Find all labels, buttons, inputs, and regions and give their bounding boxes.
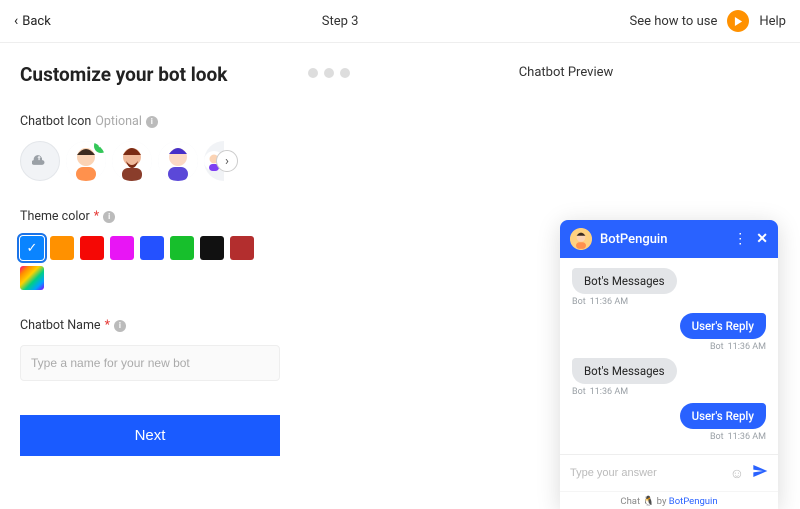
top-bar: ‹ Back Step 3 See how to use Help	[0, 0, 800, 43]
footer-by: by	[657, 496, 667, 507]
bot-message: Bot's Messages Bot11:36 AM	[572, 358, 766, 397]
close-icon[interactable]: ✕	[756, 231, 768, 247]
theme-label-text: Theme color	[20, 209, 90, 224]
info-icon[interactable]: i	[103, 211, 115, 223]
back-label: Back	[22, 14, 51, 29]
chevron-left-icon: ‹	[14, 13, 18, 29]
chat-header-avatar	[570, 228, 592, 250]
theme-swatch-custom[interactable]	[20, 266, 44, 290]
chat-footer: Chat 🐧 by BotPenguin	[560, 491, 778, 509]
preview-panel: Chatbot Preview BotPenguin ⋮ ✕ Bot's Mes…	[290, 43, 800, 509]
emoji-icon[interactable]: ☺	[730, 465, 744, 482]
chatbot-name-input[interactable]	[20, 345, 280, 381]
message-bubble: User's Reply	[680, 403, 766, 429]
chat-body: Bot's MessagesBot11:36 AMUser's ReplyBot…	[560, 258, 778, 454]
avatar-option-3[interactable]	[158, 141, 198, 181]
main: Customize your bot look Chatbot Icon Opt…	[0, 43, 800, 509]
chat-input-bar: ☺	[560, 454, 778, 491]
window-dot	[308, 68, 318, 78]
chat-header-actions: ⋮ ✕	[733, 231, 768, 247]
theme-swatch-0[interactable]	[20, 236, 44, 260]
message-bubble: Bot's Messages	[572, 358, 677, 384]
icon-label-text: Chatbot Icon	[20, 114, 91, 129]
preview-header: Chatbot Preview	[308, 63, 782, 88]
play-icon[interactable]	[727, 10, 749, 32]
window-dots	[308, 68, 350, 78]
theme-field-label: Theme color * i	[20, 209, 290, 224]
help-link[interactable]: Help	[759, 14, 786, 29]
theme-swatch-6[interactable]	[200, 236, 224, 260]
chat-title: BotPenguin	[600, 232, 725, 247]
window-dot	[340, 68, 350, 78]
kebab-menu-icon[interactable]: ⋮	[733, 231, 746, 247]
message-meta: Bot11:36 AM	[710, 342, 766, 352]
user-message: User's Reply Bot11:36 AM	[572, 403, 766, 442]
chat-header: BotPenguin ⋮ ✕	[560, 220, 778, 258]
header-right: See how to use Help	[630, 10, 786, 32]
avatar-option-2[interactable]	[112, 141, 152, 181]
theme-swatches	[20, 236, 260, 290]
upload-avatar-button[interactable]	[20, 141, 60, 181]
page-title: Customize your bot look	[20, 63, 290, 86]
theme-swatch-5[interactable]	[170, 236, 194, 260]
icon-picker: ›	[20, 141, 290, 181]
name-field-label: Chatbot Name * i	[20, 318, 290, 333]
step-indicator: Step 3	[322, 14, 359, 29]
user-message: User's Reply Bot11:36 AM	[572, 313, 766, 352]
customize-panel: Customize your bot look Chatbot Icon Opt…	[0, 43, 290, 509]
footer-prefix: Chat	[620, 496, 640, 507]
message-meta: Bot11:36 AM	[572, 297, 628, 307]
chat-input[interactable]	[570, 467, 722, 479]
next-button[interactable]: Next	[20, 415, 280, 456]
message-bubble: Bot's Messages	[572, 268, 677, 294]
theme-swatch-2[interactable]	[80, 236, 104, 260]
info-icon[interactable]: i	[114, 320, 126, 332]
required-asterisk: *	[105, 318, 110, 333]
name-label-text: Chatbot Name	[20, 318, 101, 333]
required-asterisk: *	[94, 209, 99, 224]
see-how-label[interactable]: See how to use	[630, 14, 718, 29]
message-bubble: User's Reply	[680, 313, 766, 339]
message-meta: Bot11:36 AM	[710, 432, 766, 442]
info-icon[interactable]: i	[146, 116, 158, 128]
icon-optional: Optional	[95, 114, 142, 129]
avatar-option-1[interactable]	[66, 141, 106, 181]
theme-swatch-1[interactable]	[50, 236, 74, 260]
theme-swatch-4[interactable]	[140, 236, 164, 260]
window-dot	[324, 68, 334, 78]
bot-message: Bot's Messages Bot11:36 AM	[572, 268, 766, 307]
preview-title: Chatbot Preview	[350, 65, 782, 80]
footer-brand: BotPenguin	[669, 496, 718, 507]
send-icon[interactable]	[752, 463, 768, 483]
back-button[interactable]: ‹ Back	[14, 13, 51, 29]
icon-field-label: Chatbot Icon Optional i	[20, 114, 290, 129]
theme-swatch-7[interactable]	[230, 236, 254, 260]
theme-swatch-3[interactable]	[110, 236, 134, 260]
penguin-icon: 🐧	[642, 496, 654, 507]
message-meta: Bot11:36 AM	[572, 387, 628, 397]
chat-window: BotPenguin ⋮ ✕ Bot's Messages Bot11:36 AM…	[560, 220, 778, 509]
icon-scroll-right[interactable]: ›	[216, 150, 238, 172]
